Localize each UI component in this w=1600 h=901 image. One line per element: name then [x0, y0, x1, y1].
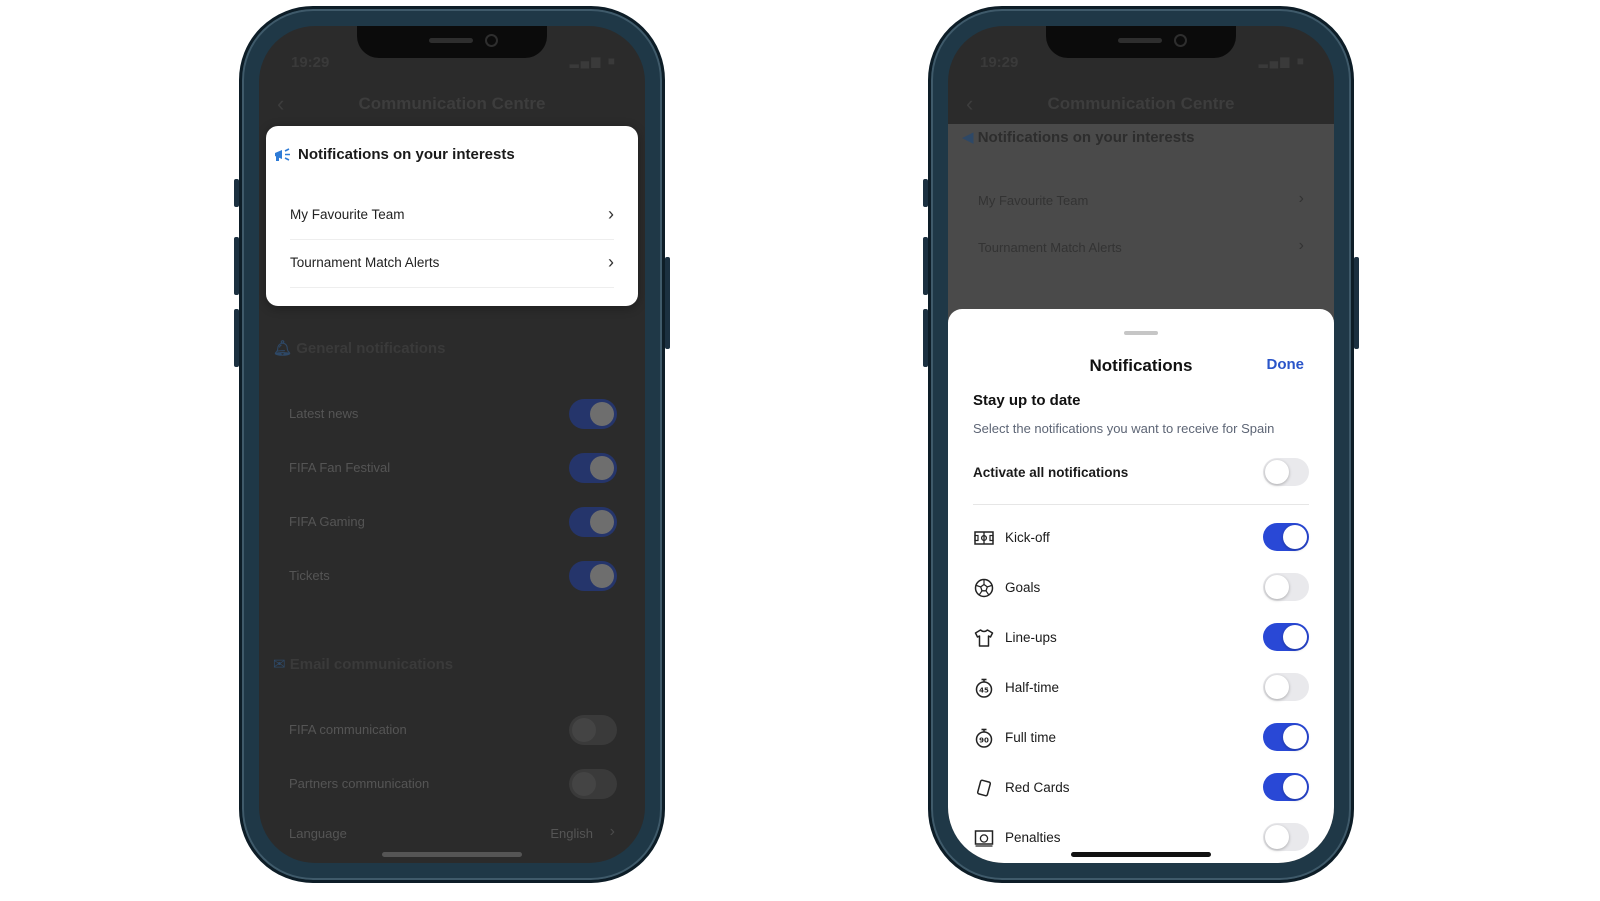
- latest-news-toggle[interactable]: [569, 399, 617, 429]
- line-ups-toggle[interactable]: [1263, 623, 1309, 651]
- interests-title: ◀ Notifications on your interests: [962, 129, 1195, 146]
- chevron-right-icon: ›: [1298, 237, 1304, 254]
- megaphone-icon: [275, 148, 290, 161]
- general-row[interactable]: Latest news: [289, 399, 617, 429]
- mute-switch: [923, 179, 928, 207]
- fifa-communication-toggle[interactable]: [569, 715, 617, 745]
- nav-bar: ‹ Communication Centre: [948, 84, 1334, 124]
- penalties-toggle[interactable]: [1263, 823, 1309, 851]
- interests-card: Notifications on your interests My Favou…: [266, 126, 638, 306]
- general-row[interactable]: FIFA Gaming: [289, 507, 617, 537]
- page-title: Communication Centre: [358, 94, 546, 113]
- email-row[interactable]: Partners communication: [289, 769, 617, 799]
- divider: [973, 504, 1309, 505]
- full-time-row[interactable]: 90 Full time: [973, 717, 1309, 757]
- general-notifications-title: 🔔︎ General notifications: [273, 340, 446, 357]
- volume-down-button: [923, 309, 928, 367]
- status-time: 19:29: [980, 54, 1019, 71]
- phone-left: 19:29 ▂▄▆ ■ ‹ Communication Centre 🔔︎ Ge…: [234, 6, 670, 883]
- power-button: [1354, 257, 1359, 349]
- gaming-toggle[interactable]: [569, 507, 617, 537]
- svg-text:45: 45: [979, 686, 989, 694]
- goals-row[interactable]: Goals: [973, 567, 1309, 607]
- screen-left: 19:29 ▂▄▆ ■ ‹ Communication Centre 🔔︎ Ge…: [259, 26, 645, 863]
- email-communications-title: ✉ Email communications: [273, 656, 454, 673]
- signal-icon: ▂▄▆ ■: [569, 54, 617, 68]
- favourite-team-row[interactable]: My Favourite Team ›: [978, 186, 1306, 216]
- match-alerts-row[interactable]: Tournament Match Alerts ›: [290, 240, 614, 288]
- bell-icon: 🔔︎: [273, 340, 293, 357]
- penalty-icon: [974, 830, 994, 847]
- notch: [357, 26, 547, 58]
- shirt-icon: [974, 629, 994, 647]
- stay-up-to-date-heading: Stay up to date: [973, 392, 1081, 409]
- general-row[interactable]: Tickets: [289, 561, 617, 591]
- pitch-icon: [974, 531, 994, 545]
- megaphone-icon: ◀: [962, 129, 974, 146]
- language-row[interactable]: Language English ›: [289, 819, 617, 849]
- back-arrow-icon[interactable]: ‹: [966, 84, 973, 124]
- power-button: [665, 257, 670, 349]
- partners-communication-toggle[interactable]: [569, 769, 617, 799]
- red-cards-toggle[interactable]: [1263, 773, 1309, 801]
- home-indicator: [382, 852, 522, 857]
- card-title: Notifications on your interests: [298, 146, 515, 163]
- chevron-right-icon: ›: [608, 204, 614, 224]
- nav-bar: ‹ Communication Centre: [259, 84, 645, 124]
- match-alerts-row[interactable]: Tournament Match Alerts ›: [978, 233, 1306, 263]
- page-title: Communication Centre: [1047, 94, 1235, 113]
- fan-festival-toggle[interactable]: [569, 453, 617, 483]
- card-icon: [976, 779, 992, 797]
- chevron-right-icon: ›: [609, 823, 615, 840]
- activate-all-toggle[interactable]: [1263, 458, 1309, 486]
- sheet-grabber[interactable]: [1124, 331, 1158, 335]
- done-button[interactable]: Done: [1267, 356, 1305, 373]
- back-arrow-icon[interactable]: ‹: [277, 84, 284, 124]
- home-indicator: [1071, 852, 1211, 857]
- chevron-right-icon: ›: [608, 252, 614, 272]
- signal-icon: ▂▄▆ ■: [1258, 54, 1306, 68]
- timer-90-icon: 90: [975, 728, 993, 748]
- volume-up-button: [234, 237, 239, 295]
- half-time-toggle[interactable]: [1263, 673, 1309, 701]
- phone-right: 19:29 ▂▄▆ ■ ‹ Communication Centre ◀ Not…: [923, 6, 1359, 883]
- tickets-toggle[interactable]: [569, 561, 617, 591]
- status-time: 19:29: [291, 54, 330, 71]
- penalties-row[interactable]: Penalties: [973, 817, 1309, 857]
- ball-icon: [974, 578, 994, 598]
- red-cards-row[interactable]: Red Cards: [973, 767, 1309, 807]
- timer-45-icon: 45: [975, 678, 993, 698]
- activate-all-row[interactable]: Activate all notifications: [973, 452, 1309, 492]
- general-row[interactable]: FIFA Fan Festival: [289, 453, 617, 483]
- volume-down-button: [234, 309, 239, 367]
- kick-off-toggle[interactable]: [1263, 523, 1309, 551]
- screen-right: 19:29 ▂▄▆ ■ ‹ Communication Centre ◀ Not…: [948, 26, 1334, 863]
- email-row[interactable]: FIFA communication: [289, 715, 617, 745]
- full-time-toggle[interactable]: [1263, 723, 1309, 751]
- volume-up-button: [923, 237, 928, 295]
- line-ups-row[interactable]: Line-ups: [973, 617, 1309, 657]
- mail-icon: ✉: [273, 656, 286, 673]
- mute-switch: [234, 179, 239, 207]
- notch: [1046, 26, 1236, 58]
- sheet-description: Select the notifications you want to rec…: [973, 421, 1275, 436]
- chevron-right-icon: ›: [1298, 190, 1304, 207]
- notifications-sheet: Notifications Done Stay up to date Selec…: [948, 309, 1334, 863]
- kick-off-row[interactable]: Kick-off: [973, 517, 1309, 557]
- goals-toggle[interactable]: [1263, 573, 1309, 601]
- half-time-row[interactable]: 45 Half-time: [973, 667, 1309, 707]
- favourite-team-row[interactable]: My Favourite Team ›: [290, 192, 614, 240]
- svg-text:90: 90: [979, 736, 989, 744]
